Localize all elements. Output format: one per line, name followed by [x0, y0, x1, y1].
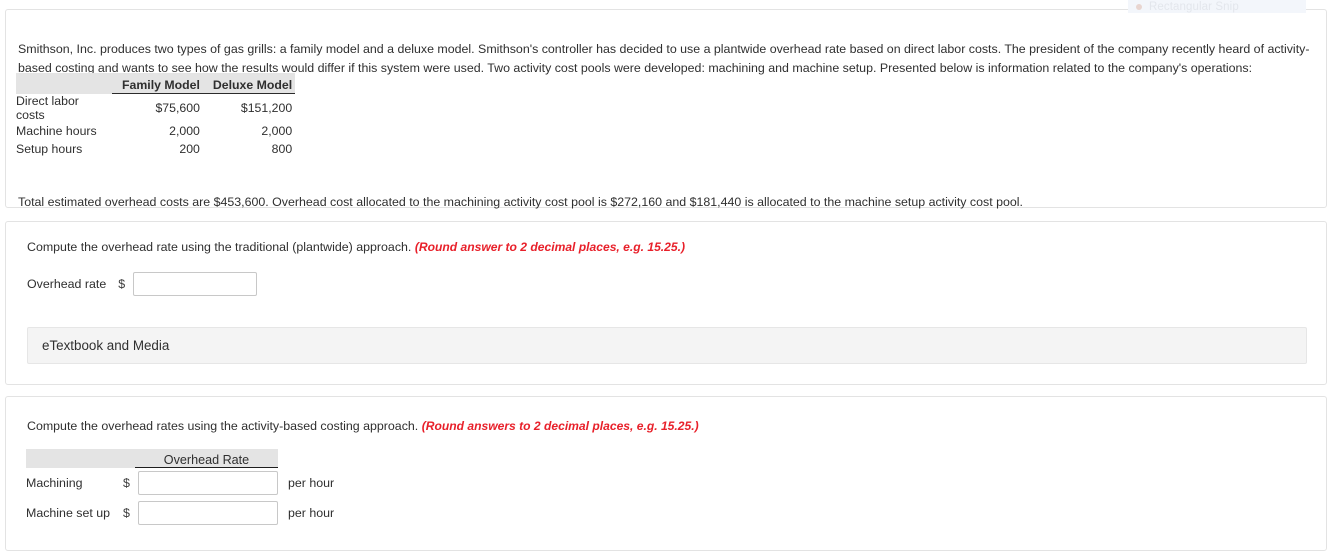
rates-column-header-overhead-rate: Overhead Rate: [135, 449, 278, 468]
table-row: Setup hours 200 800: [16, 140, 295, 159]
row-label-machine-set-up: Machine set up: [26, 505, 111, 520]
row-label-machine-hours: Machine hours: [16, 123, 97, 138]
column-header-blank: [16, 73, 112, 94]
cell-machine-hours-deluxe: 2,000: [261, 123, 293, 138]
overhead-rate-label: Overhead rate: [27, 277, 107, 291]
machine-set-up-unit-label: per hour: [288, 505, 335, 520]
abc-rounding-hint: (Round answers to 2 decimal places, e.g.…: [421, 419, 699, 433]
cell-direct-labor-costs-family: $75,600: [155, 100, 200, 115]
table-header-row: Family Model Deluxe Model: [16, 73, 296, 94]
column-header-family-model: Family Model: [112, 73, 203, 94]
abc-prompt-text: Compute the overhead rates using the act…: [27, 419, 419, 433]
machining-rate-input[interactable]: [138, 470, 278, 495]
machine-set-up-input-cell: [135, 498, 278, 528]
record-dot-icon: [1136, 3, 1142, 10]
rectangular-snip-label: Rectangular Snip: [1149, 0, 1239, 13]
column-header-deluxe-model: Deluxe Model: [202, 73, 296, 94]
machining-input-cell: [135, 468, 278, 498]
activity-based-costing-card: Compute the overhead rates using the act…: [5, 396, 1327, 551]
cell-setup-hours-deluxe: 800: [271, 142, 293, 157]
rates-column-header-blank: [26, 449, 118, 468]
rectangular-snip-overlay: Rectangular Snip: [1128, 0, 1306, 13]
cell-setup-hours-family: 200: [179, 142, 200, 157]
traditional-approach-card: Compute the overhead rate using the trad…: [5, 221, 1327, 385]
problem-statement-card: Smithson, Inc. produces two types of gas…: [5, 9, 1327, 210]
rates-column-header-dollar: [118, 449, 135, 468]
rates-header-row: Overhead Rate: [26, 449, 336, 468]
etextbook-and-media-label: eTextbook and Media: [42, 338, 170, 353]
row-label-direct-labor-costs: Direct labor costs: [16, 93, 79, 122]
machining-unit-label: per hour: [288, 475, 335, 490]
overhead-rates-table: Overhead Rate Machining $ per hour Machi…: [26, 449, 336, 528]
machining-dollar-sign: $: [123, 475, 130, 490]
abc-question-prompt: Compute the overhead rates using the act…: [27, 419, 699, 433]
traditional-question-prompt: Compute the overhead rate using the trad…: [27, 240, 685, 254]
dollar-sign-label: $: [118, 277, 126, 291]
total-overhead-paragraph: Total estimated overhead costs are $453,…: [18, 195, 1023, 210]
table-row: Direct labor costs $75,600 $151,200: [16, 94, 295, 122]
traditional-rounding-hint: (Round answer to 2 decimal places, e.g. …: [414, 240, 685, 254]
row-label-machining: Machining: [26, 475, 83, 490]
table-row: Machine hours 2,000 2,000: [16, 122, 295, 141]
overhead-rate-answer-row: Overhead rate $: [27, 272, 258, 296]
traditional-prompt-text: Compute the overhead rate using the trad…: [27, 240, 412, 254]
operations-data-table: Family Model Deluxe Model Direct labor c…: [16, 73, 296, 159]
machine-set-up-rate-input[interactable]: [138, 500, 278, 525]
row-label-setup-hours: Setup hours: [16, 142, 83, 157]
table-row: Machining $ per hour: [26, 468, 336, 498]
cell-direct-labor-costs-deluxe: $151,200: [240, 100, 293, 115]
cell-machine-hours-family: 2,000: [169, 123, 200, 138]
machine-set-up-dollar-sign: $: [123, 505, 130, 520]
rates-column-header-unit: [278, 449, 336, 468]
table-row: Machine set up $ per hour: [26, 498, 336, 528]
overhead-rate-input[interactable]: [133, 272, 258, 296]
etextbook-and-media-bar[interactable]: eTextbook and Media: [27, 327, 1307, 364]
